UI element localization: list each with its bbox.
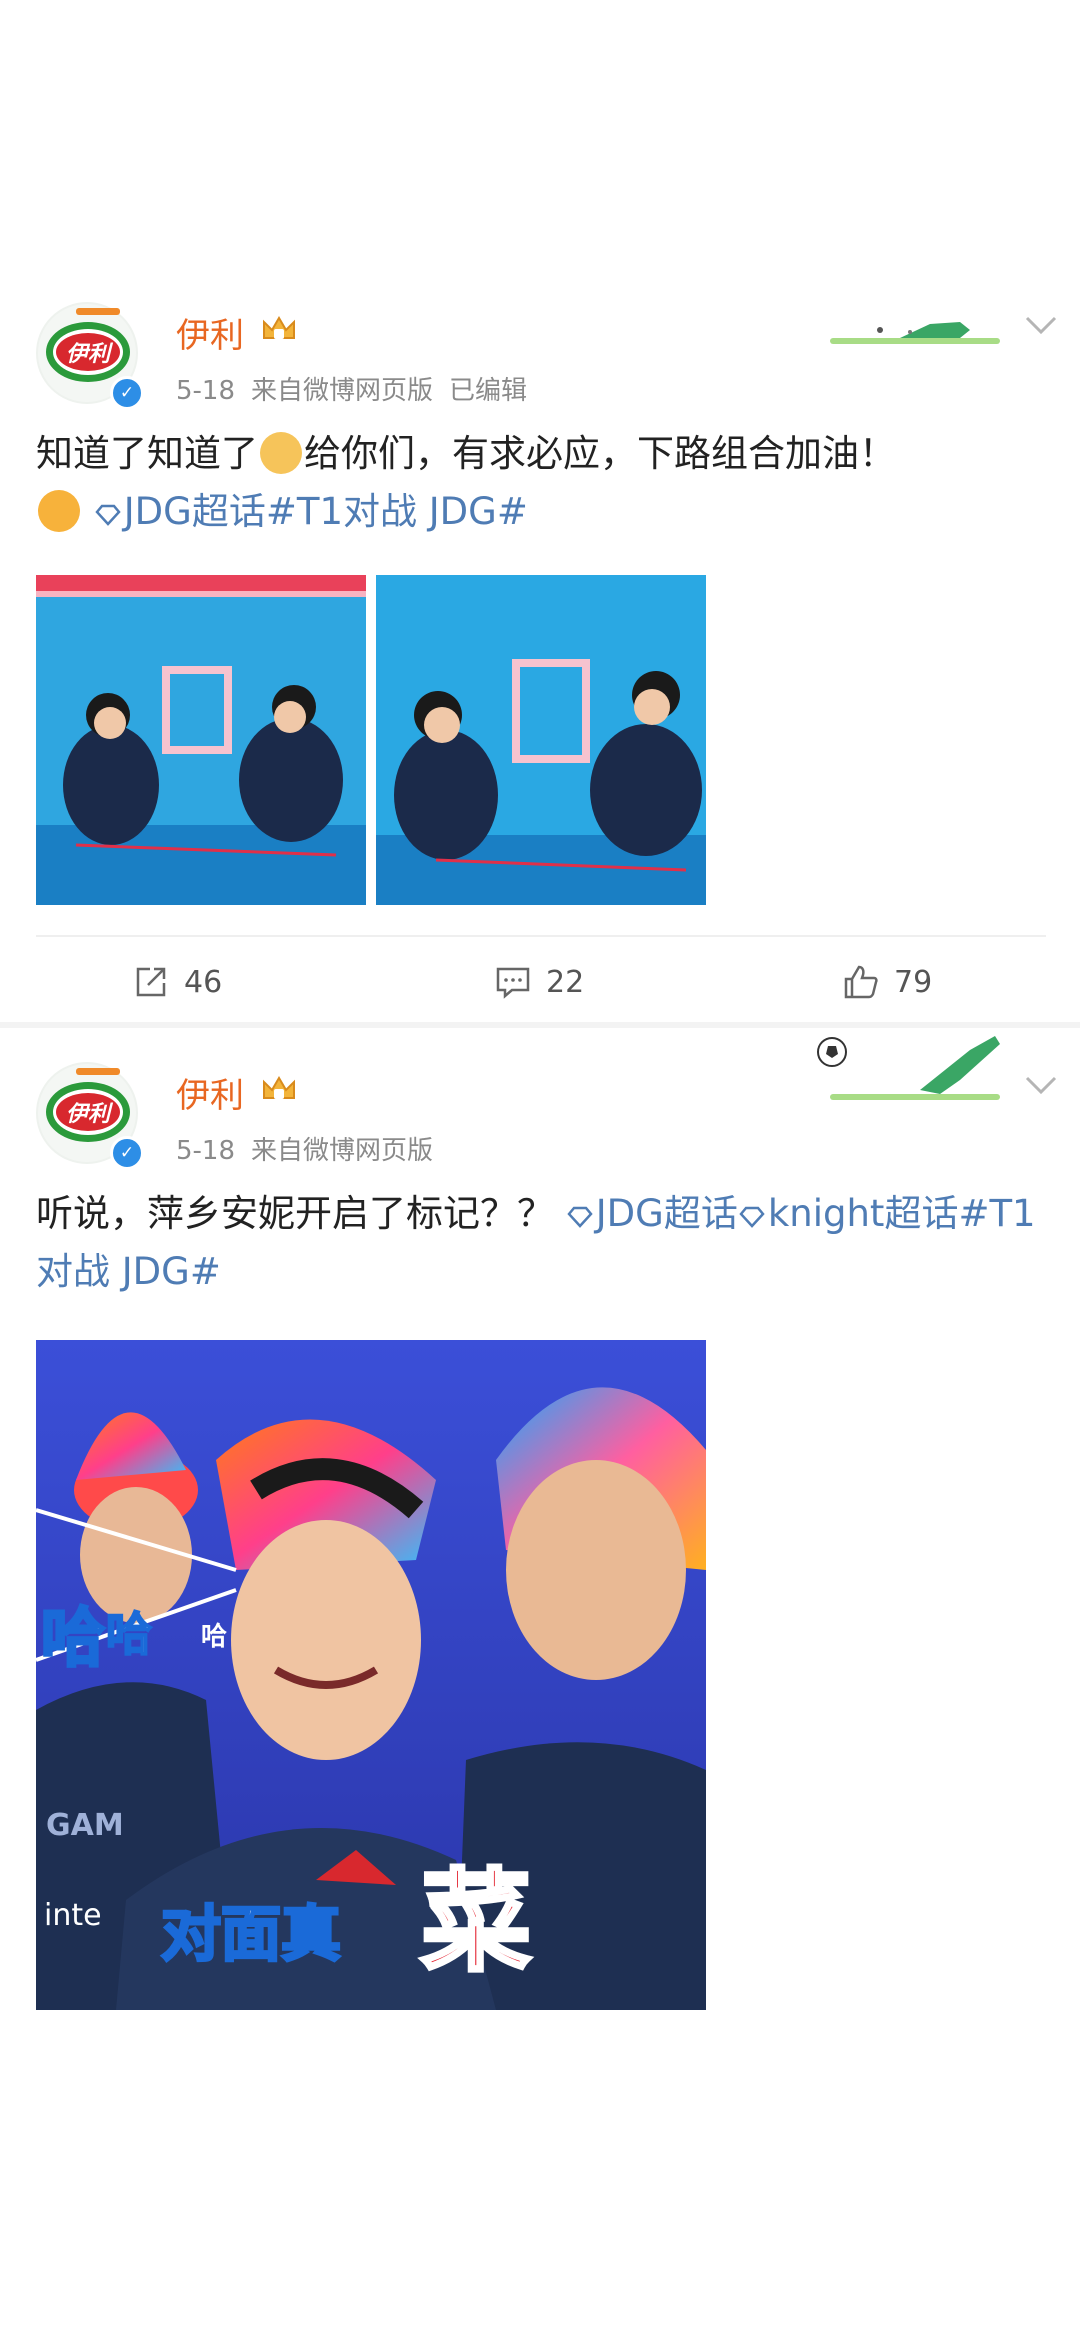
share-icon [136, 967, 166, 997]
dog-emoji-icon [260, 432, 302, 474]
yili-logo: 伊利 [46, 322, 130, 382]
meme-image: 哈 哈 哈 对面真 菜 GAM inte [36, 1340, 706, 2010]
like-count: 79 [894, 964, 933, 1000]
football-decoration-icon [817, 1036, 1000, 1100]
image-caption: 哈 [41, 1602, 105, 1676]
weibo-post: 伊利 ✓ 伊利 5-18 来自微博网页版 已编辑 知道了知道了 给你们，有求必应，下路… [0, 290, 1080, 1025]
share-button[interactable]: 46 [132, 963, 222, 1001]
image-caption: 对面真 [161, 1900, 341, 1970]
post-image[interactable] [376, 575, 706, 905]
post-text-part: 知道了知道了 [36, 432, 258, 475]
edited-label: 已编辑 [449, 376, 528, 406]
image-caption: inte [44, 1898, 102, 1933]
author-name[interactable]: 伊利 [176, 308, 244, 357]
photo-players-1 [36, 575, 366, 905]
comment-button[interactable]: 22 [494, 963, 584, 1001]
share-count: 46 [184, 964, 223, 1000]
post-date: 5-18 [176, 1136, 236, 1166]
chevron-down-icon[interactable] [1024, 314, 1058, 336]
chevron-down-icon[interactable] [1024, 1074, 1058, 1096]
image-caption: 哈 [201, 1622, 227, 1652]
post-source: 来自微博网页版 [251, 1136, 434, 1166]
thumbs-up-icon [844, 965, 878, 999]
post-meta: 5-18 来自微博网页版 已编辑 [176, 370, 543, 407]
action-bar: 46 22 79 [36, 935, 1046, 1025]
verified-badge-icon: ✓ [110, 1136, 144, 1170]
verified-badge-icon: ✓ [110, 376, 144, 410]
logo-accent [76, 308, 120, 315]
image-caption: 哈 [106, 1607, 152, 1661]
post-text-part: 给你们，有求必应，下路组合加油！ [304, 432, 896, 475]
post-source: 来自微博网页版 [251, 376, 434, 406]
weibo-post: 伊利 ✓ 伊利 5-18 来自微博网页版 听说，萍乡安妮开启了标记？？ JDG超话… [0, 1036, 1080, 2030]
topic-link[interactable]: JDG超话 [596, 1192, 738, 1235]
hashtag-link[interactable]: #T1对战 JDG# [266, 490, 528, 533]
post-meta: 5-18 来自微博网页版 [176, 1130, 449, 1167]
post-divider [0, 1022, 1080, 1028]
diamond-icon [567, 1206, 593, 1228]
yili-logo-text: 伊利 [56, 1093, 120, 1131]
image-caption: GAM [46, 1808, 124, 1843]
vip-crown-icon [263, 316, 295, 339]
diamond-icon [95, 504, 121, 526]
author-name[interactable]: 伊利 [176, 1068, 244, 1117]
topic-link[interactable]: knight超话 [768, 1192, 959, 1235]
photo-players-2 [376, 575, 706, 905]
image-caption: 菜 [421, 1858, 531, 1986]
comment-icon [496, 967, 530, 999]
post-image[interactable]: 哈 哈 哈 对面真 菜 GAM inte [36, 1340, 706, 2010]
like-button[interactable]: 79 [842, 963, 932, 1001]
vip-crown-icon [263, 1076, 295, 1099]
topic-link[interactable]: JDG超话 [124, 490, 266, 533]
logo-accent [76, 1068, 120, 1075]
post-text-part: 听说，萍乡安妮开启了标记？？ [36, 1192, 554, 1235]
post-text: 知道了知道了 给你们，有求必应，下路组合加油！ JDG超话#T1对战 JDG# [36, 425, 1046, 541]
cheer-emoji-icon [38, 490, 80, 532]
diamond-icon [739, 1206, 765, 1228]
post-text: 听说，萍乡安妮开启了标记？？ JDG超话 knight超话#T1对战 JDG# [36, 1185, 1046, 1301]
football-decoration-icon [830, 322, 1000, 344]
post-image[interactable] [36, 575, 366, 905]
yili-logo-text: 伊利 [56, 333, 120, 371]
comment-count: 22 [546, 964, 585, 1000]
post-date: 5-18 [176, 376, 236, 406]
yili-logo: 伊利 [46, 1082, 130, 1142]
